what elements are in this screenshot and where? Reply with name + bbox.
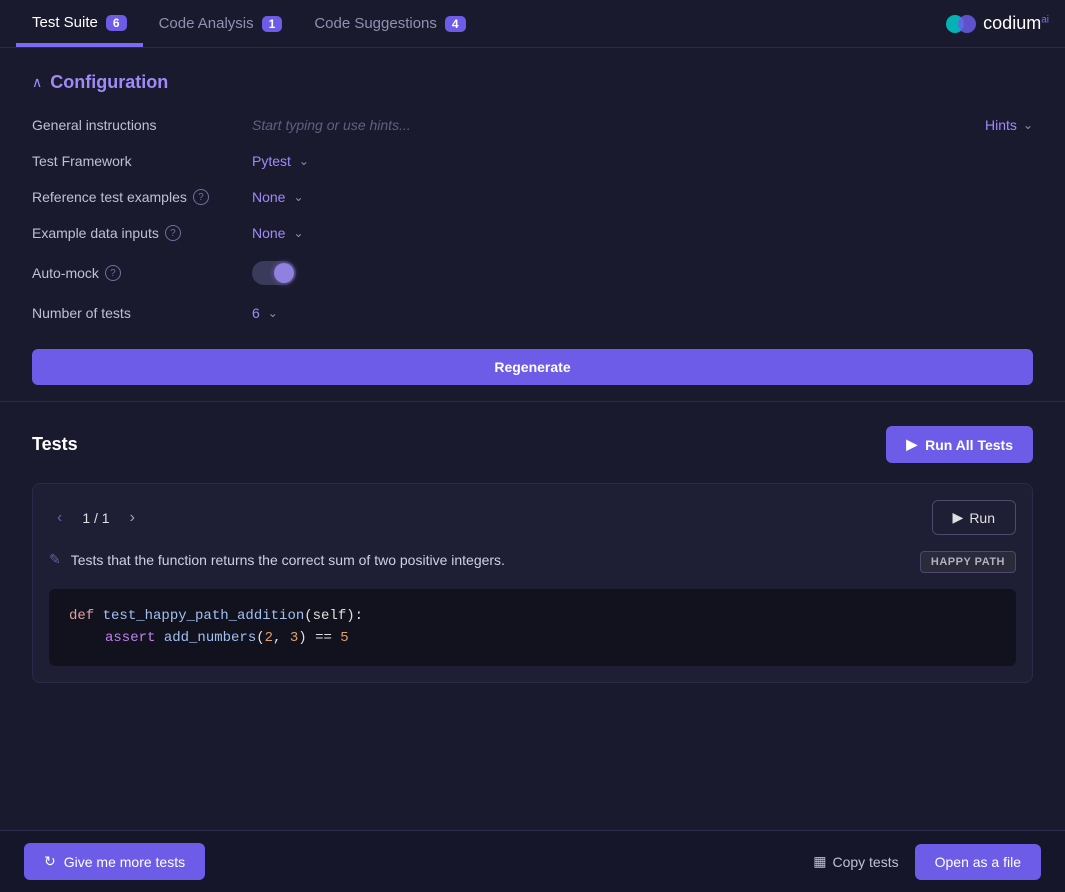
test-framework-select[interactable]: Pytest ⌄ [252,153,309,169]
test-framework-label: Test Framework [32,153,252,169]
tab-test-suite-label: Test Suite [32,14,98,31]
auto-mock-label: Auto-mock ? [32,265,252,281]
test-description-row: ✎ Tests that the function returns the co… [49,551,1016,573]
code-arg2: 3 [290,630,298,646]
configuration-header: ∧ Configuration [32,72,1033,93]
run-label: Run [969,510,995,526]
test-framework-chevron-icon: ⌄ [299,154,309,168]
tab-code-suggestions-label: Code Suggestions [314,15,437,32]
tests-header: Tests ▶ Run All Tests [32,426,1033,463]
example-data-select[interactable]: None ⌄ [252,225,304,241]
code-line-1: def test_happy_path_addition(self): [69,605,996,627]
tab-test-suite[interactable]: Test Suite 6 [16,0,143,47]
tab-code-analysis-badge: 1 [262,16,283,32]
footer: ↻ Give me more tests ▦ Copy tests Open a… [0,830,1065,892]
codium-logo-icon [945,14,977,34]
num-tests-row: Number of tests 6 ⌄ [32,305,1033,321]
logo-text: codiumai [983,13,1049,34]
page-indicator: 1 / 1 [82,510,109,526]
logo-sup: ai [1041,15,1049,26]
example-data-row: Example data inputs ? None ⌄ [32,225,1033,241]
code-line-2: assert add_numbers(2, 3) == 5 [69,627,996,649]
auto-mock-row: Auto-mock ? [32,261,1033,285]
refresh-icon: ↻ [44,853,56,870]
prev-test-button[interactable]: ‹ [49,505,70,531]
section-divider [0,401,1065,402]
num-tests-chevron-icon: ⌄ [268,306,278,320]
tests-title: Tests [32,434,78,455]
code-func-name: test_happy_path_addition [103,608,305,624]
code-func-call: add_numbers [164,630,256,646]
num-tests-value: 6 [252,305,260,321]
test-description-left: ✎ Tests that the function returns the co… [49,551,505,568]
hints-label: Hints [985,117,1017,133]
test-description: Tests that the function returns the corr… [71,552,505,568]
copy-icon: ▦ [813,853,826,870]
reference-examples-help-icon[interactable]: ? [193,189,209,205]
tab-code-analysis-label: Code Analysis [159,15,254,32]
tab-code-suggestions[interactable]: Code Suggestions 4 [298,0,481,47]
configuration-title: Configuration [50,72,168,93]
hints-chevron-icon: ⌄ [1023,118,1033,132]
code-open-paren: ( [256,630,264,646]
code-arg1: 2 [265,630,273,646]
tab-code-suggestions-badge: 4 [445,16,466,32]
reference-examples-value: None [252,189,285,205]
chevron-up-icon[interactable]: ∧ [32,74,42,91]
code-close-paren: ) == [298,630,340,646]
general-instructions-label: General instructions [32,117,252,133]
hints-button[interactable]: Hints ⌄ [985,117,1033,133]
regenerate-button[interactable]: Regenerate [32,349,1033,385]
open-as-file-button[interactable]: Open as a file [915,844,1041,880]
main-content: ∧ Configuration General instructions Sta… [0,48,1065,830]
run-all-icon: ▶ [906,436,917,453]
code-params: (self): [304,608,363,624]
give-more-label: Give me more tests [64,854,185,870]
next-test-button[interactable]: › [122,505,143,531]
toggle-thumb [274,263,294,283]
test-nav: ‹ 1 / 1 › ▶ Run [49,500,1016,535]
logo: codiumai [945,13,1049,34]
reference-examples-chevron-icon: ⌄ [293,190,303,204]
example-data-label: Example data inputs ? [32,225,252,241]
auto-mock-toggle[interactable] [252,261,296,285]
copy-tests-label: Copy tests [832,854,898,870]
run-all-tests-button[interactable]: ▶ Run All Tests [886,426,1033,463]
reference-examples-row: Reference test examples ? None ⌄ [32,189,1033,205]
auto-mock-help-icon[interactable]: ? [105,265,121,281]
code-def-keyword: def [69,608,103,624]
code-block: def test_happy_path_addition(self): asse… [49,589,1016,666]
test-framework-row: Test Framework Pytest ⌄ [32,153,1033,169]
example-data-help-icon[interactable]: ? [165,225,181,241]
happy-path-badge: HAPPY PATH [920,551,1016,573]
test-framework-value: Pytest [252,153,291,169]
tab-code-analysis[interactable]: Code Analysis 1 [143,0,299,47]
test-item: ‹ 1 / 1 › ▶ Run ✎ Tests that the functio… [32,483,1033,683]
general-instructions-row: General instructions Start typing or use… [32,117,1033,133]
example-data-value: None [252,225,285,241]
reference-examples-label: Reference test examples ? [32,189,252,205]
copy-tests-button[interactable]: ▦ Copy tests [813,853,898,870]
reference-examples-select[interactable]: None ⌄ [252,189,304,205]
example-data-chevron-icon: ⌄ [293,226,303,240]
run-test-button[interactable]: ▶ Run [932,500,1016,535]
run-all-label: Run All Tests [925,437,1013,453]
header: Test Suite 6 Code Analysis 1 Code Sugges… [0,0,1065,48]
give-more-tests-button[interactable]: ↻ Give me more tests [24,843,205,880]
test-nav-left: ‹ 1 / 1 › [49,505,143,531]
code-assert-keyword: assert [105,630,164,646]
num-tests-label: Number of tests [32,305,252,321]
general-instructions-input[interactable]: Start typing or use hints... [252,117,985,133]
num-tests-select[interactable]: 6 ⌄ [252,305,278,321]
tab-test-suite-badge: 6 [106,15,127,31]
code-expected: 5 [340,630,348,646]
toggle-track [252,261,296,285]
run-icon: ▶ [953,509,964,526]
code-comma: , [273,630,290,646]
edit-icon[interactable]: ✎ [49,551,61,568]
